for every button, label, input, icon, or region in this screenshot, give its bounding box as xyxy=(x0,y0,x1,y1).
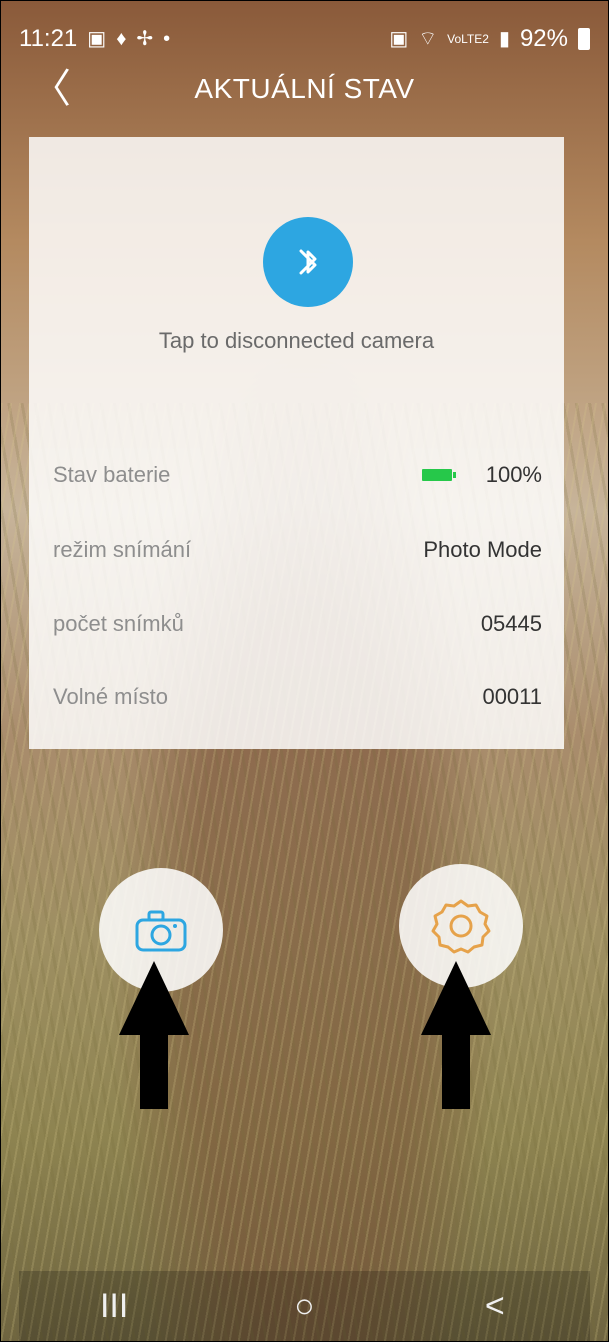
battery-value: 100% xyxy=(485,462,542,487)
status-card: Tap to disconnected camera Stav baterie … xyxy=(29,137,564,749)
battery-saver-icon: ▣ xyxy=(389,28,409,50)
bluetooth-icon xyxy=(299,249,317,275)
gear-icon xyxy=(431,899,491,954)
battery-row: Stav baterie 100% xyxy=(53,455,542,495)
battery-level-icon xyxy=(421,469,456,481)
status-time: 11:21 xyxy=(19,25,78,52)
battery-icon xyxy=(578,28,590,50)
mode-row: režim snímání Photo Mode xyxy=(53,530,542,570)
fan-icon: ✢ xyxy=(136,28,154,50)
mode-value: Photo Mode xyxy=(423,537,542,562)
app-screen: 11:21 ▣ ♦ ✢ • ▣ ⌔ VoLTE2 ▮ 92% 〈 AKTUÁLN… xyxy=(0,0,609,1342)
mode-label: režim snímání xyxy=(53,537,192,562)
status-right: ▣ ⌔ VoLTE2 ▮ 92% xyxy=(389,25,590,53)
space-row: Volné místo 00011 xyxy=(53,677,542,717)
camera-arrow-icon xyxy=(119,961,189,1109)
recents-button[interactable]: III xyxy=(84,1281,144,1331)
notification-dot: • xyxy=(163,28,171,50)
settings-arrow-icon xyxy=(421,961,491,1109)
signal-icon: ▮ xyxy=(498,28,510,50)
count-row: počet snímků 05445 xyxy=(53,604,542,644)
space-label: Volné místo xyxy=(53,684,168,709)
navigation-bar: III ○ < xyxy=(19,1271,590,1341)
battery-label: Stav baterie xyxy=(53,462,171,487)
home-button[interactable]: ○ xyxy=(274,1281,334,1331)
count-value: 05445 xyxy=(480,611,542,636)
space-value: 00011 xyxy=(482,684,542,709)
network-label: VoLTE2 xyxy=(447,32,489,46)
activity-icon: ♦ xyxy=(116,28,127,50)
page-title: AKTUÁLNÍ STAV xyxy=(194,73,415,104)
status-battery: 92% xyxy=(519,25,568,52)
camera-icon xyxy=(135,910,187,952)
bluetooth-button[interactable] xyxy=(263,217,353,307)
wifi-icon: ⌔ xyxy=(418,28,438,50)
battery-value-group: 100% xyxy=(421,462,542,488)
status-left: 11:21 ▣ ♦ ✢ • xyxy=(19,25,170,53)
bluetooth-status-text: Tap to disconnected camera xyxy=(158,328,435,353)
count-label: počet snímků xyxy=(53,611,184,636)
gallery-icon: ▣ xyxy=(87,28,107,50)
top-bar: 〈 AKTUÁLNÍ STAV xyxy=(19,59,590,121)
system-back-button[interactable]: < xyxy=(465,1281,525,1331)
status-bar: 11:21 ▣ ♦ ✢ • ▣ ⌔ VoLTE2 ▮ 92% xyxy=(19,19,590,59)
